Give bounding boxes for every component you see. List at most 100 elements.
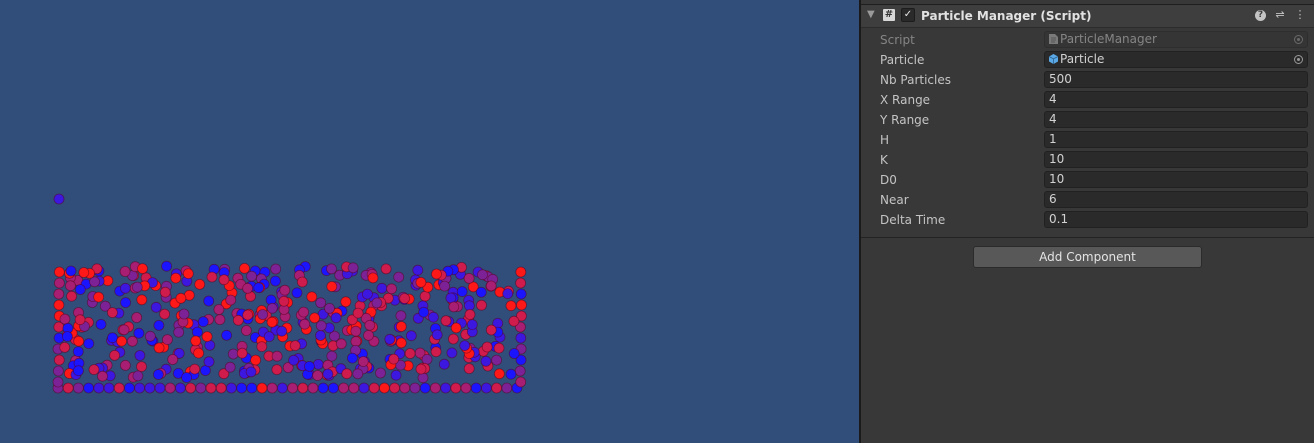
particle <box>62 331 73 342</box>
number-field[interactable]: 0.1 <box>1044 211 1308 228</box>
particle <box>326 281 338 292</box>
particle <box>493 342 505 354</box>
particle <box>59 313 71 325</box>
particle <box>224 361 236 373</box>
add-component-button[interactable]: Add Component <box>973 246 1202 268</box>
particle <box>430 346 442 358</box>
property-row-k: K 10 <box>861 150 1314 170</box>
particle <box>153 319 165 331</box>
property-row-delta-time: Delta Time 0.1 <box>861 210 1314 230</box>
property-row-x-range: X Range 4 <box>861 90 1314 110</box>
particle <box>415 363 427 375</box>
particle <box>326 350 338 362</box>
number-field[interactable]: 10 <box>1044 151 1308 168</box>
particle <box>193 347 205 359</box>
particle <box>257 309 269 320</box>
particle <box>74 314 86 326</box>
component-header[interactable]: ▼ # ✓ Particle Manager (Script) ? ⇌ ⋮ <box>861 4 1314 28</box>
particle <box>190 335 202 347</box>
particle <box>161 260 173 272</box>
help-icon[interactable]: ? <box>1255 10 1266 21</box>
particle <box>256 341 268 353</box>
particle <box>266 302 278 314</box>
particle <box>191 326 203 338</box>
particle <box>448 301 460 313</box>
object-field[interactable]: Particle <box>1044 51 1308 68</box>
property-row-d0: D0 10 <box>861 170 1314 190</box>
particle <box>269 275 281 287</box>
particle <box>174 382 186 394</box>
particle <box>415 276 427 288</box>
particle <box>236 382 248 394</box>
foldout-arrow-icon[interactable]: ▼ <box>867 9 875 20</box>
particle <box>447 333 459 345</box>
scene-view[interactable] <box>0 0 859 443</box>
particle <box>136 361 147 373</box>
prefab-icon <box>1048 53 1059 64</box>
particle <box>464 309 476 320</box>
particle <box>480 382 492 394</box>
particle <box>276 325 288 337</box>
particle <box>116 335 127 347</box>
particle <box>438 358 450 370</box>
particle <box>93 382 105 394</box>
particle <box>330 312 342 324</box>
property-value: 10 <box>1049 172 1065 186</box>
particle <box>53 365 64 377</box>
particle <box>123 382 135 394</box>
property-row-y-range: Y Range 4 <box>861 110 1314 130</box>
number-field[interactable]: 4 <box>1044 91 1308 108</box>
particle <box>477 269 488 281</box>
particle <box>246 382 258 394</box>
enabled-checkbox[interactable]: ✓ <box>901 8 915 22</box>
particle <box>182 268 194 280</box>
kebab-menu-icon[interactable]: ⋮ <box>1293 8 1307 22</box>
particle <box>103 382 115 394</box>
particle <box>133 327 145 339</box>
particle <box>53 193 65 205</box>
particle <box>476 299 487 311</box>
particle <box>246 270 258 282</box>
property-label: K <box>880 153 888 167</box>
particle <box>297 382 309 394</box>
object-picker-icon[interactable] <box>1294 55 1303 64</box>
particle <box>240 325 252 336</box>
particle <box>491 354 503 366</box>
presets-icon[interactable]: ⇌ <box>1273 8 1287 22</box>
particle <box>361 288 373 300</box>
particle <box>215 382 227 394</box>
particle <box>154 382 166 394</box>
particle <box>347 262 359 274</box>
particle <box>505 368 517 380</box>
number-field[interactable]: 500 <box>1044 71 1308 88</box>
number-field[interactable]: 6 <box>1044 191 1308 208</box>
number-field[interactable]: 10 <box>1044 171 1308 188</box>
particle <box>508 315 520 327</box>
particle <box>239 262 250 274</box>
particle <box>515 376 527 388</box>
particle <box>346 352 358 364</box>
particle <box>181 372 193 383</box>
particle <box>399 382 411 394</box>
particle <box>113 382 125 394</box>
script-file-icon <box>1049 33 1058 44</box>
particle <box>324 302 335 314</box>
particle <box>341 368 353 380</box>
property-value: 0.1 <box>1049 212 1069 226</box>
particle <box>132 370 144 382</box>
particle <box>53 354 65 366</box>
particle <box>485 280 497 292</box>
particle <box>376 282 388 294</box>
particle <box>201 331 213 343</box>
particle <box>368 382 380 394</box>
particle <box>107 332 118 344</box>
particle <box>327 382 339 394</box>
particle <box>164 382 176 394</box>
number-field[interactable]: 1 <box>1044 131 1308 148</box>
property-row-script: Script ParticleManager <box>861 30 1314 50</box>
particle <box>298 306 310 318</box>
particle <box>144 330 156 342</box>
number-field[interactable]: 4 <box>1044 111 1308 128</box>
particle <box>59 341 71 353</box>
particle <box>119 266 131 277</box>
